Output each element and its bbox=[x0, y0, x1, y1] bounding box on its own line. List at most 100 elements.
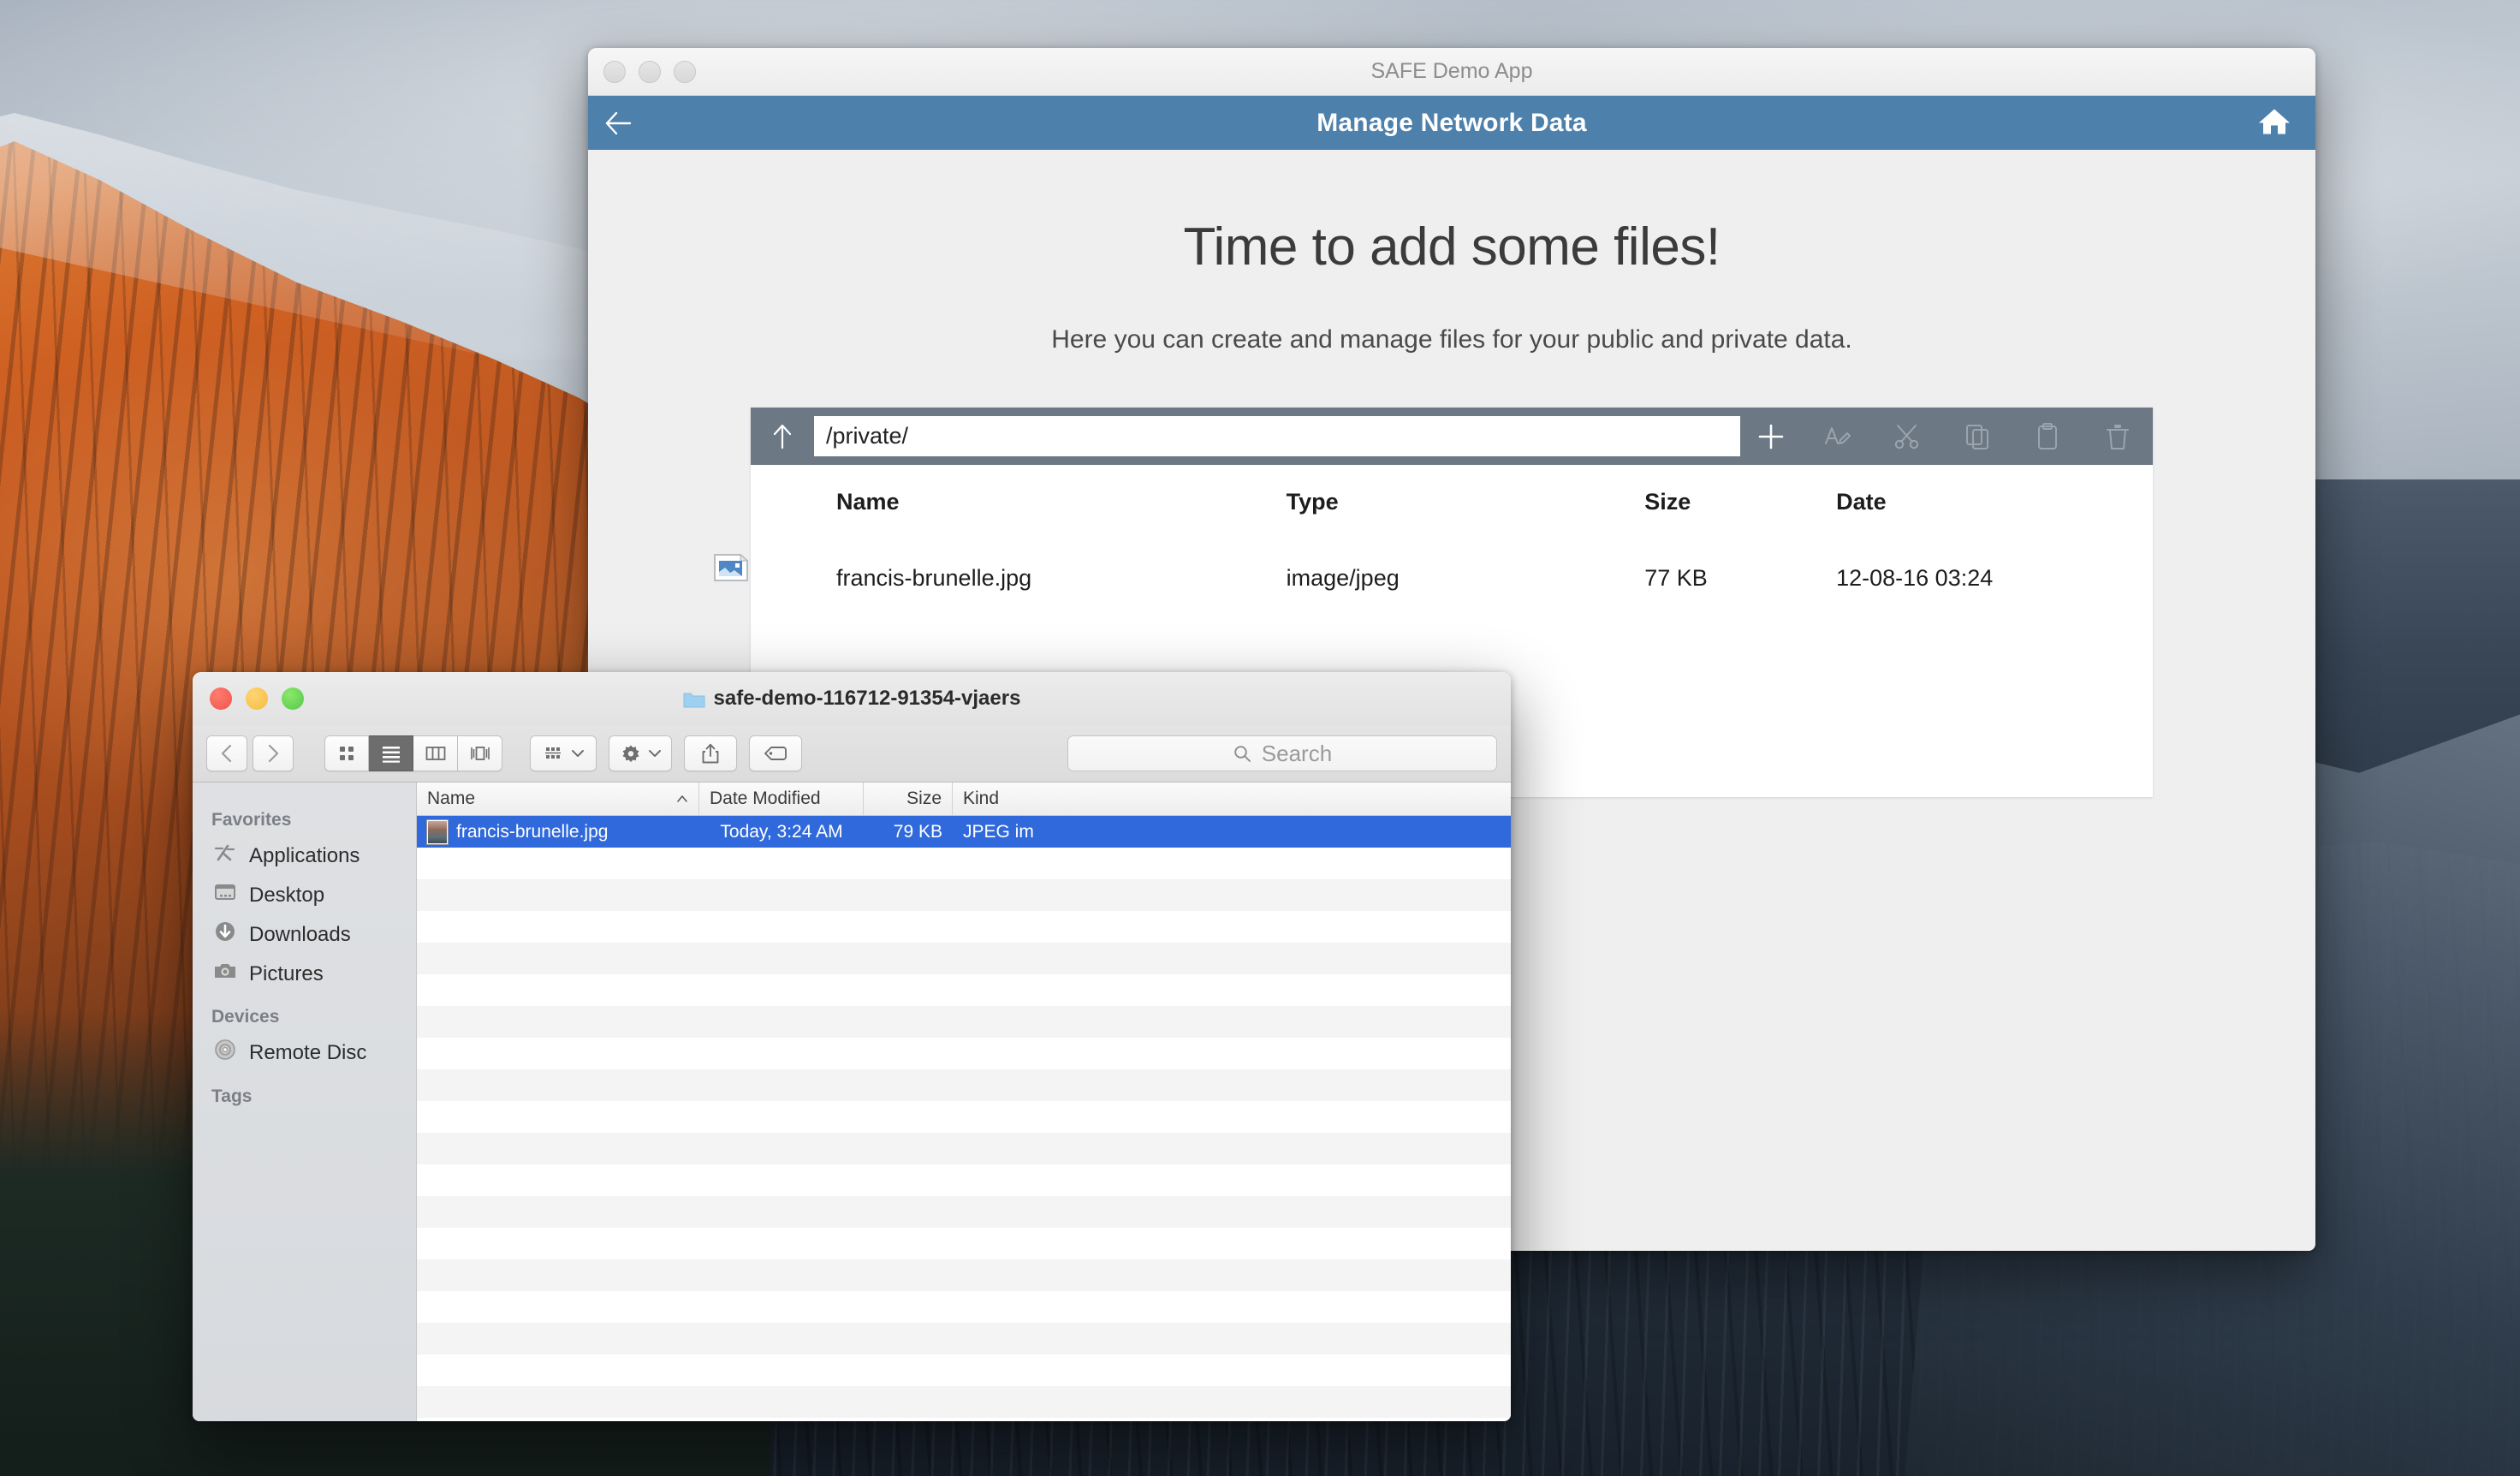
pictures-icon bbox=[213, 961, 237, 987]
jpeg-thumb-icon bbox=[427, 819, 448, 844]
column-header-date-modified[interactable]: Date Modified bbox=[699, 783, 864, 815]
empty-row bbox=[417, 911, 1511, 943]
empty-row bbox=[417, 1386, 1511, 1418]
chevron-down-icon bbox=[571, 750, 584, 757]
paste-button[interactable] bbox=[2012, 421, 2083, 452]
copy-button[interactable] bbox=[1942, 421, 2012, 452]
column-header-type[interactable]: Type bbox=[1287, 489, 1645, 515]
file-name-cell: francis-brunelle.jpg bbox=[714, 553, 1287, 592]
share-icon bbox=[702, 743, 719, 764]
list-item[interactable]: francis-brunelle.jpg Today, 3:24 AM 79 K… bbox=[417, 816, 1511, 848]
search-input[interactable]: Search bbox=[1067, 735, 1497, 771]
file-size-cell: 79 KB bbox=[893, 821, 942, 842]
finder-window-title-text: safe-demo-116712-91354-vjaers bbox=[713, 687, 1021, 710]
column-header-date[interactable]: Date bbox=[1836, 489, 2153, 515]
back-button[interactable] bbox=[206, 735, 247, 771]
finder-window: safe-demo-116712-91354-vjaers Search Fav… bbox=[193, 672, 1511, 1421]
column-header-name[interactable]: Name bbox=[751, 489, 1287, 515]
sidebar-item-remote-disc[interactable]: Remote Disc bbox=[193, 1033, 416, 1073]
navigate-up-button[interactable] bbox=[751, 423, 814, 450]
tag-icon bbox=[764, 747, 787, 760]
sidebar-item-label: Downloads bbox=[249, 922, 351, 946]
arrange-button[interactable] bbox=[530, 735, 597, 771]
empty-row bbox=[417, 1259, 1511, 1291]
file-size-cell: 77 KB bbox=[1644, 564, 1708, 591]
list-view-button[interactable] bbox=[369, 735, 413, 771]
arrange-icon bbox=[544, 747, 561, 759]
actions-button[interactable] bbox=[609, 735, 672, 771]
finder-sidebar: Favorites Applications Desktop Downloads… bbox=[193, 783, 417, 1421]
file-date-cell: 12-08-16 03:24 bbox=[1836, 564, 1994, 591]
file-name-text: francis-brunelle.jpg bbox=[456, 821, 609, 842]
empty-row bbox=[417, 879, 1511, 911]
file-name-cell: francis-brunelle.jpg bbox=[417, 819, 699, 844]
path-input[interactable] bbox=[814, 416, 1740, 456]
empty-row bbox=[417, 1354, 1511, 1386]
empty-row bbox=[417, 1291, 1511, 1323]
add-file-button[interactable] bbox=[1740, 422, 1802, 451]
sidebar-item-label: Desktop bbox=[249, 883, 325, 907]
list-view-icon bbox=[382, 747, 400, 763]
icon-view-icon bbox=[340, 747, 354, 760]
rename-button[interactable] bbox=[1802, 421, 1872, 452]
sidebar-group-devices: Devices bbox=[211, 1007, 280, 1027]
caret-up-icon bbox=[677, 795, 687, 802]
home-button[interactable] bbox=[2257, 105, 2291, 140]
sidebar-item-desktop[interactable]: Desktop bbox=[193, 876, 416, 914]
empty-state-heading: Time to add some files! bbox=[1183, 217, 1721, 277]
chevron-right-icon bbox=[268, 744, 279, 763]
column-header-size[interactable]: Size bbox=[864, 783, 953, 815]
rename-icon bbox=[1825, 426, 1851, 444]
tags-button[interactable] bbox=[749, 735, 802, 771]
sidebar-item-pictures[interactable]: Pictures bbox=[193, 955, 416, 993]
safe-app-window-title: SAFE Demo App bbox=[1370, 59, 1533, 83]
finder-rows: francis-brunelle.jpg Today, 3:24 AM 79 K… bbox=[417, 816, 1511, 1421]
applications-icon bbox=[213, 842, 237, 870]
empty-row bbox=[417, 1038, 1511, 1069]
coverflow-view-button[interactable] bbox=[458, 735, 502, 771]
search-placeholder: Search bbox=[1261, 740, 1333, 766]
search-icon bbox=[1234, 746, 1251, 762]
cut-button[interactable] bbox=[1872, 421, 1942, 452]
icon-view-button[interactable] bbox=[324, 735, 369, 771]
column-header-kind[interactable]: Kind bbox=[953, 783, 1038, 815]
desktop: SAFE Demo App Manage Network Data Time t… bbox=[0, 0, 2520, 1476]
empty-row bbox=[417, 1418, 1511, 1421]
sidebar-item-applications[interactable]: Applications bbox=[193, 836, 416, 876]
sidebar-item-downloads[interactable]: Downloads bbox=[193, 914, 416, 955]
empty-row bbox=[417, 1196, 1511, 1228]
sidebar-item-label: Remote Disc bbox=[249, 1040, 367, 1064]
sidebar-group-tags: Tags bbox=[211, 1086, 253, 1106]
column-view-button[interactable] bbox=[413, 735, 458, 771]
gear-icon bbox=[622, 745, 639, 763]
file-type-cell: image/jpeg bbox=[1286, 564, 1400, 591]
copy-icon bbox=[1966, 424, 1988, 449]
share-button[interactable] bbox=[684, 735, 737, 771]
paste-icon bbox=[2038, 422, 2057, 449]
column-header-size[interactable]: Size bbox=[1644, 489, 1836, 515]
arrow-up-icon bbox=[773, 424, 792, 449]
delete-button[interactable] bbox=[2083, 421, 2153, 452]
disc-icon bbox=[213, 1039, 237, 1067]
column-header-name[interactable]: Name bbox=[417, 783, 699, 815]
folder-icon bbox=[683, 693, 705, 707]
column-header-name-label: Name bbox=[427, 789, 476, 808]
coverflow-view-icon bbox=[470, 747, 490, 760]
safe-app-titlebar: SAFE Demo App bbox=[588, 48, 2315, 96]
empty-state-subheading: Here you can create and manage files for… bbox=[1051, 325, 1852, 354]
chevron-left-icon bbox=[221, 744, 232, 763]
table-row[interactable]: francis-brunelle.jpg image/jpeg 77 KB 12… bbox=[714, 539, 2153, 617]
sidebar-item-label: Applications bbox=[249, 843, 360, 867]
empty-row bbox=[417, 1164, 1511, 1196]
safe-app-header: Manage Network Data bbox=[588, 96, 2315, 150]
sidebar-item-label: Pictures bbox=[249, 961, 324, 985]
finder-toolbar: Search bbox=[193, 725, 1511, 783]
trash-icon bbox=[2107, 424, 2129, 449]
empty-row bbox=[417, 943, 1511, 974]
empty-row bbox=[417, 1133, 1511, 1164]
forward-button[interactable] bbox=[253, 735, 294, 771]
empty-row bbox=[417, 1101, 1511, 1133]
image-file-icon bbox=[713, 553, 749, 588]
empty-row bbox=[417, 1323, 1511, 1354]
home-icon bbox=[2259, 109, 2290, 134]
